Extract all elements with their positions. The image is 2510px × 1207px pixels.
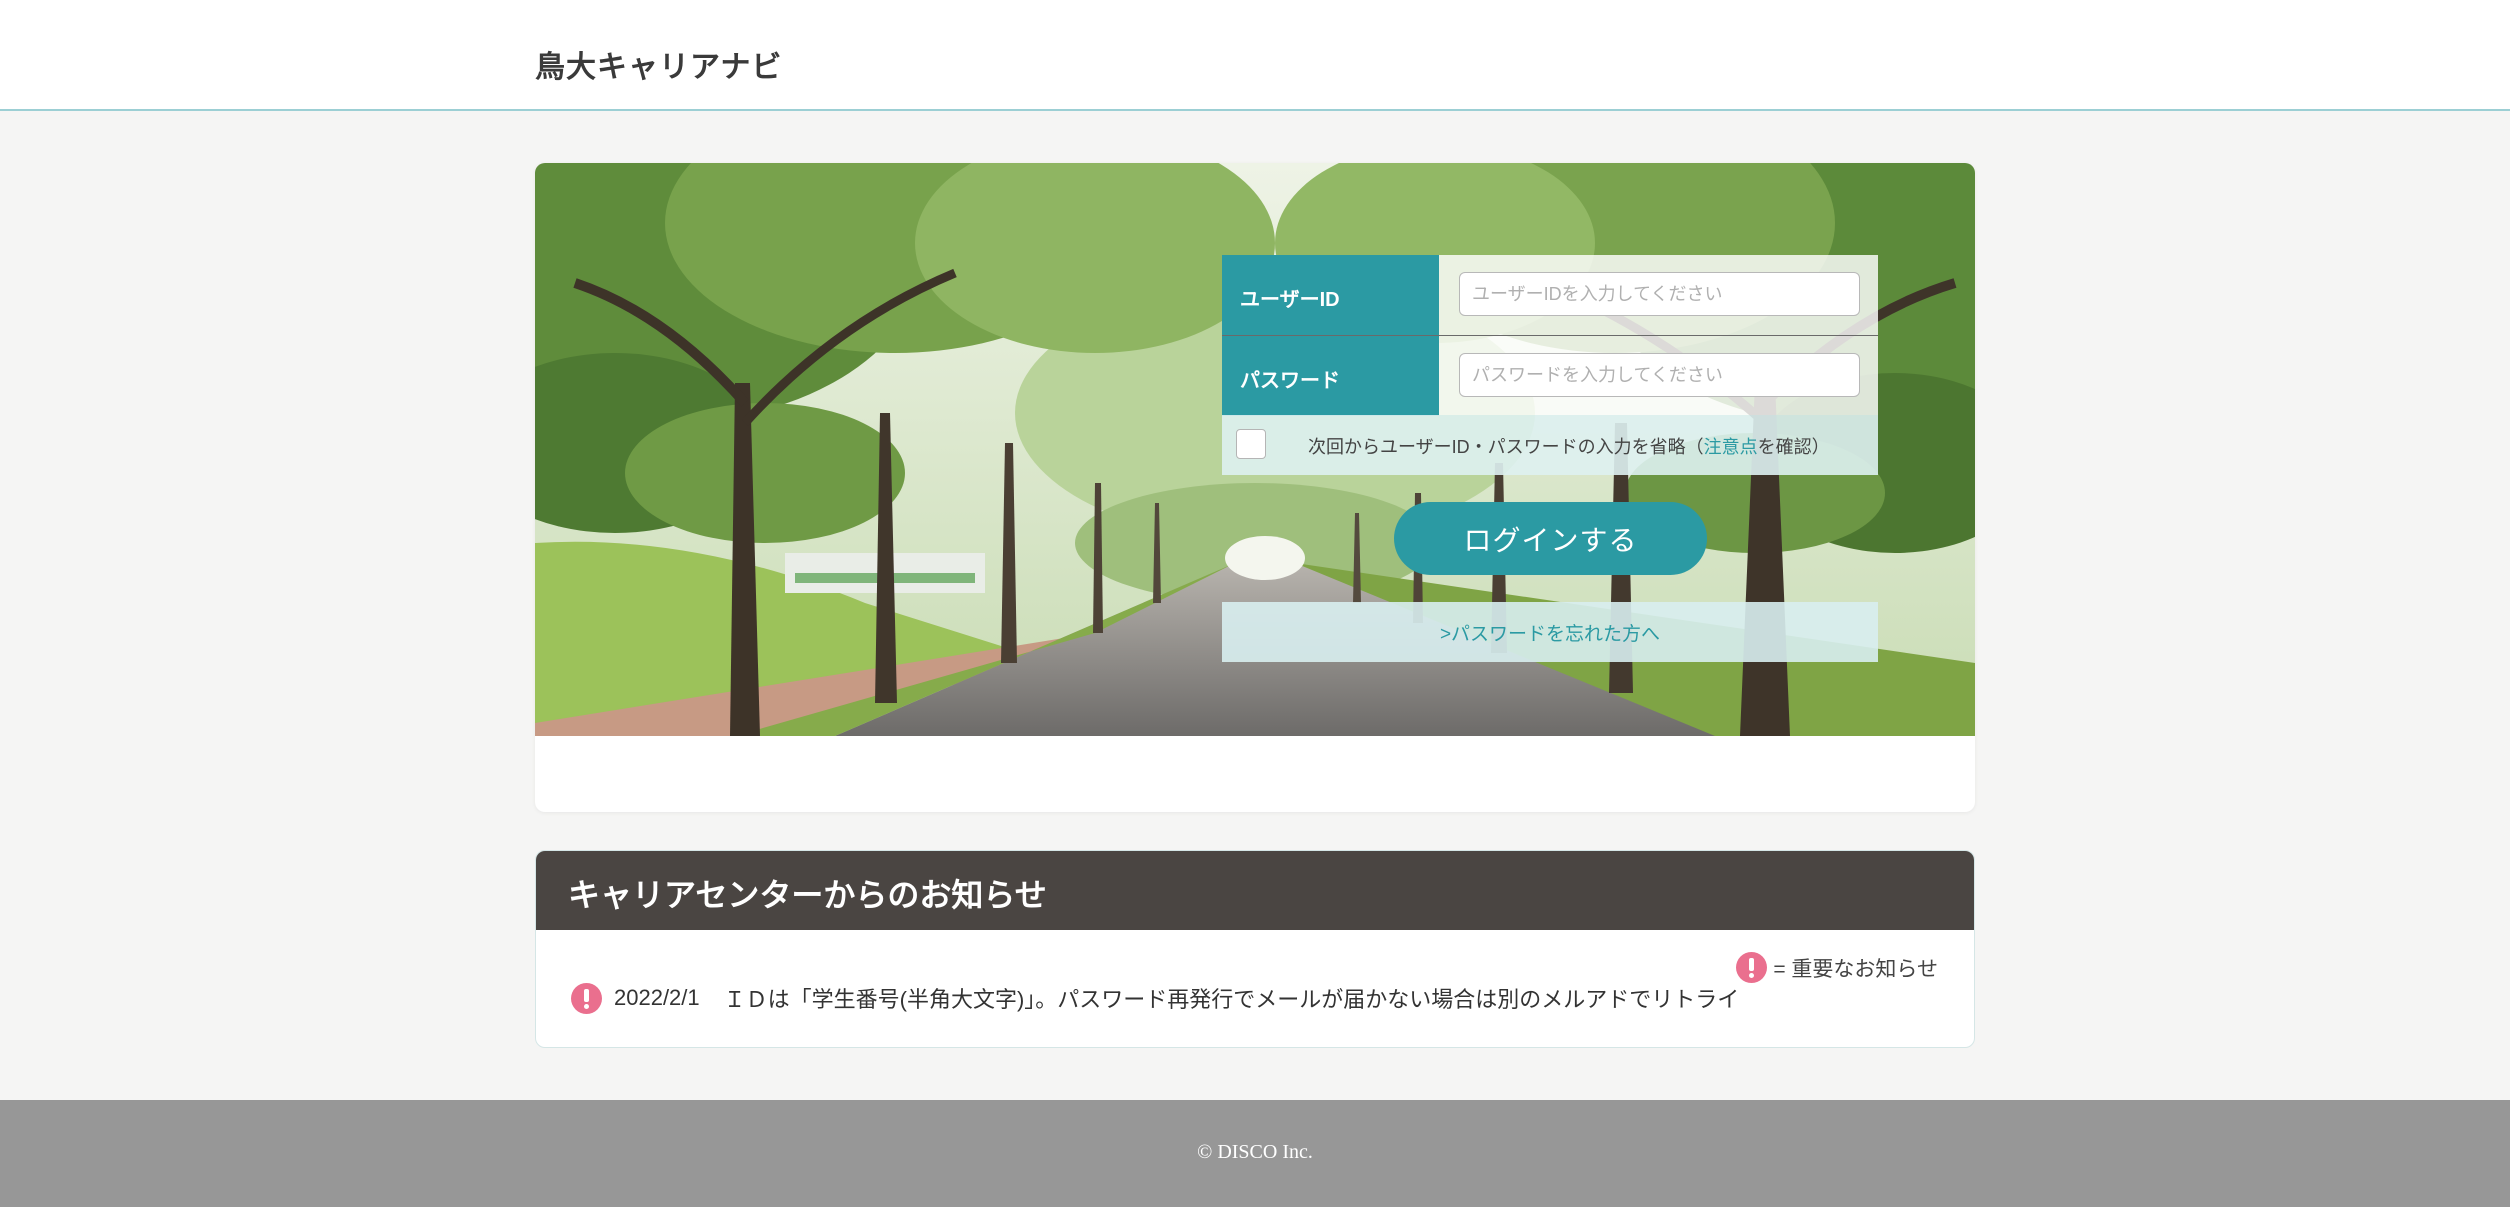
login-button[interactable]: ログインする — [1394, 502, 1707, 575]
remember-login-text: 次回からユーザーID・パスワードの入力を省略（注意点を確認） — [1308, 433, 1830, 459]
password-row: パスワード — [1222, 335, 1878, 416]
site-title[interactable]: 鳥大キャリアナビ — [535, 42, 782, 86]
notices-title: キャリアセンターからのお知らせ — [536, 851, 1974, 930]
login-card: ユーザーID パスワード 次回からユーザーID・パスワードの入力を省略（注意点を… — [535, 163, 1975, 812]
forgot-password-row: >パスワードを忘れた方へ — [1222, 602, 1878, 662]
notice-date: 2022/2/1 — [614, 985, 700, 1010]
user-id-label: ユーザーID — [1222, 255, 1439, 335]
site-footer: © DISCO Inc. — [0, 1100, 2510, 1207]
notice-text[interactable]: ＩＤは「学生番号(半角大文字)」。パスワード再発行でメールが届かない場合は別のメ… — [724, 982, 1740, 1014]
remember-caution-link[interactable]: 注意点 — [1704, 437, 1758, 457]
important-legend: = 重要なお知らせ — [1736, 952, 1938, 983]
legend-text: = 重要なお知らせ — [1773, 957, 1938, 981]
important-exclamation-icon — [571, 982, 602, 1014]
password-label: パスワード — [1222, 336, 1439, 416]
remember-login-checkbox[interactable] — [1236, 429, 1266, 459]
remember-login-row: 次回からユーザーID・パスワードの入力を省略（注意点を確認） — [1222, 415, 1878, 475]
remember-text-prefix: 次回からユーザーID・パスワードの入力を省略（ — [1308, 437, 1704, 457]
site-header: 鳥大キャリアナビ — [0, 0, 2510, 111]
remember-text-suffix: を確認） — [1757, 437, 1830, 457]
important-exclamation-icon — [1736, 952, 1768, 983]
forgot-password-link[interactable]: >パスワードを忘れた方へ — [1440, 624, 1660, 645]
notice-item[interactable]: 2022/2/1 ＩＤは「学生番号(半角大文字)」。パスワード再発行でメールが届… — [571, 982, 1739, 1014]
notices-panel: キャリアセンターからのお知らせ = 重要なお知らせ 2022/2/1 ＩＤは「学… — [535, 850, 1975, 1048]
password-input[interactable] — [1459, 353, 1860, 397]
user-id-row: ユーザーID — [1222, 255, 1878, 335]
copyright: © DISCO Inc. — [1197, 1141, 1313, 1163]
user-id-input[interactable] — [1459, 272, 1860, 316]
